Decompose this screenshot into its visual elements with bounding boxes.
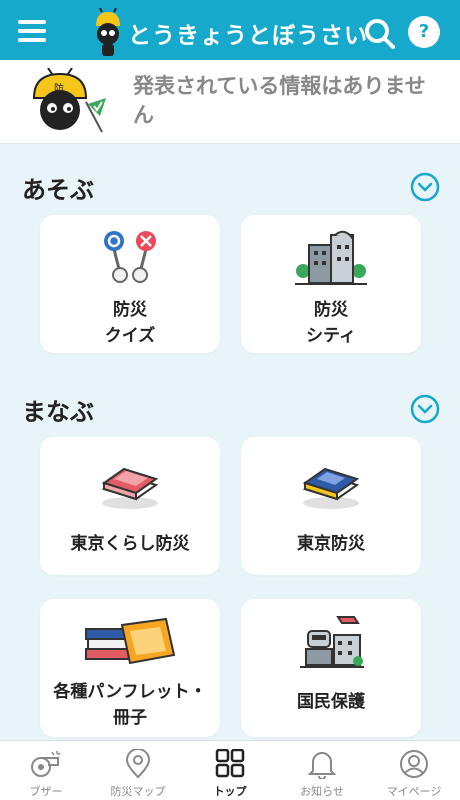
card-label: 国民保護	[297, 692, 365, 712]
card-label: 各種パンフレット・ 冊子	[53, 682, 207, 728]
whistle-icon	[31, 751, 61, 777]
nav-item-buzzer[interactable]: ブザー	[0, 741, 92, 800]
nav-label: ブザー	[29, 785, 63, 798]
card-label: 東京くらし防災	[70, 534, 190, 554]
red-book-icon	[101, 467, 159, 509]
notice-bar: 防 発表されている情報はありません	[0, 60, 460, 144]
card-civil-protection[interactable]: 国民保護	[241, 599, 421, 737]
bottom-nav: ブザー 防災マップ トップ お知らせ マイページ	[0, 740, 460, 800]
grid-icon	[215, 749, 245, 778]
bell-icon	[307, 752, 337, 779]
nav-label: お知らせ	[300, 785, 344, 798]
quiz-icon	[104, 231, 156, 283]
blue-book-icon	[302, 467, 360, 509]
help-button[interactable]: ?	[408, 16, 440, 48]
civil-protection-icon	[300, 616, 364, 668]
top-bar: とうきょうとぼうさい ?	[0, 0, 460, 60]
nav-label: トップ	[213, 785, 247, 798]
card-tokyo-kurashi-bousai[interactable]: 東京くらし防災	[40, 437, 220, 575]
notice-text: 発表されている情報はありません	[133, 74, 426, 127]
city-icon	[295, 230, 367, 285]
chevron-down-icon[interactable]	[410, 394, 440, 424]
mascot-icon: 防	[32, 68, 106, 133]
nav-label: マイページ	[386, 785, 442, 798]
nav-item-map[interactable]: 防災マップ	[92, 741, 184, 800]
nav-item-notifications[interactable]: お知らせ	[276, 741, 368, 800]
card-label: 防災 クイズ	[104, 300, 156, 346]
mascot-logo-icon	[96, 8, 120, 56]
user-icon	[400, 750, 428, 778]
card-label: 東京防災	[297, 534, 365, 554]
nav-item-top[interactable]: トップ	[184, 741, 276, 800]
search-icon[interactable]	[364, 18, 396, 50]
card-disaster-quiz[interactable]: 防災 クイズ	[40, 215, 220, 353]
section-title-learn: まなぶ	[22, 398, 94, 426]
card-disaster-city[interactable]: 防災 シティ	[241, 215, 421, 353]
card-pamphlets[interactable]: 各種パンフレット・ 冊子	[40, 599, 220, 737]
section-title-play: あそぶ	[22, 176, 94, 204]
nav-label: 防災マップ	[110, 785, 166, 798]
map-pin-icon	[125, 749, 151, 779]
card-tokyo-bousai[interactable]: 東京防災	[241, 437, 421, 575]
chevron-down-icon[interactable]	[410, 172, 440, 202]
pamphlets-icon	[85, 617, 176, 665]
card-label: 防災 シティ	[306, 300, 356, 346]
nav-item-mypage[interactable]: マイページ	[368, 741, 460, 800]
menu-icon[interactable]	[18, 20, 46, 42]
app-title: とうきょうとぼうさい	[128, 23, 368, 49]
